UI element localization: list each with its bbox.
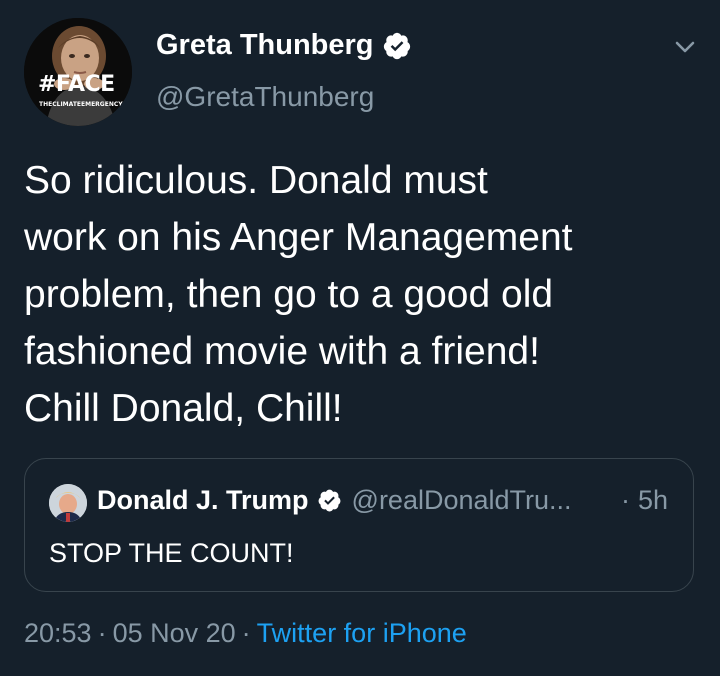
author-avatar[interactable]: #FACE THECLIMATEEMERGENCY — [24, 18, 132, 126]
meta-separator: · — [97, 618, 107, 648]
profile-photo-icon — [49, 484, 87, 522]
avatar-hashtag-text: #FACE — [38, 72, 115, 97]
author-name-text: Greta Thunberg — [156, 29, 374, 61]
quoted-author-handle: @realDonaldTru... — [351, 485, 572, 515]
quoted-author-name: Donald J. Trump — [97, 485, 309, 515]
quoted-tweet-separator: · — [620, 485, 630, 515]
quoted-tweet-text: STOP THE COUNT! — [49, 538, 294, 568]
chevron-down-icon[interactable] — [670, 32, 700, 62]
author-display-name[interactable]: Greta Thunberg — [156, 29, 412, 62]
meta-separator: · — [241, 618, 251, 648]
tweet-meta: 20:53 · 05 Nov 20 · Twitter for iPhone — [24, 618, 467, 649]
author-handle[interactable]: @GretaThunberg — [156, 81, 374, 113]
avatar-subtag-text: THECLIMATEEMERGENCY — [39, 101, 123, 108]
verified-badge-icon — [318, 489, 340, 512]
quoted-tweet-card[interactable]: Donald J. Trump @realDonaldTru... · 5h ST… — [24, 458, 694, 592]
verified-badge-icon — [383, 32, 410, 59]
quoted-author-avatar — [49, 484, 87, 522]
tweet-source-link[interactable]: Twitter for iPhone — [257, 618, 467, 648]
tweet-detail: #FACE THECLIMATEEMERGENCY Greta Thunberg… — [0, 0, 720, 676]
quoted-tweet-age: · 5h — [621, 485, 668, 516]
tweet-date: 05 Nov 20 — [112, 618, 236, 648]
quoted-tweet-age-text: 5h — [637, 485, 668, 515]
tweet-time: 20:53 — [24, 618, 92, 648]
tweet-text: So ridiculous. Donald must work on his A… — [24, 159, 573, 430]
quoted-tweet-header: Donald J. Trump @realDonaldTru... — [97, 485, 572, 516]
